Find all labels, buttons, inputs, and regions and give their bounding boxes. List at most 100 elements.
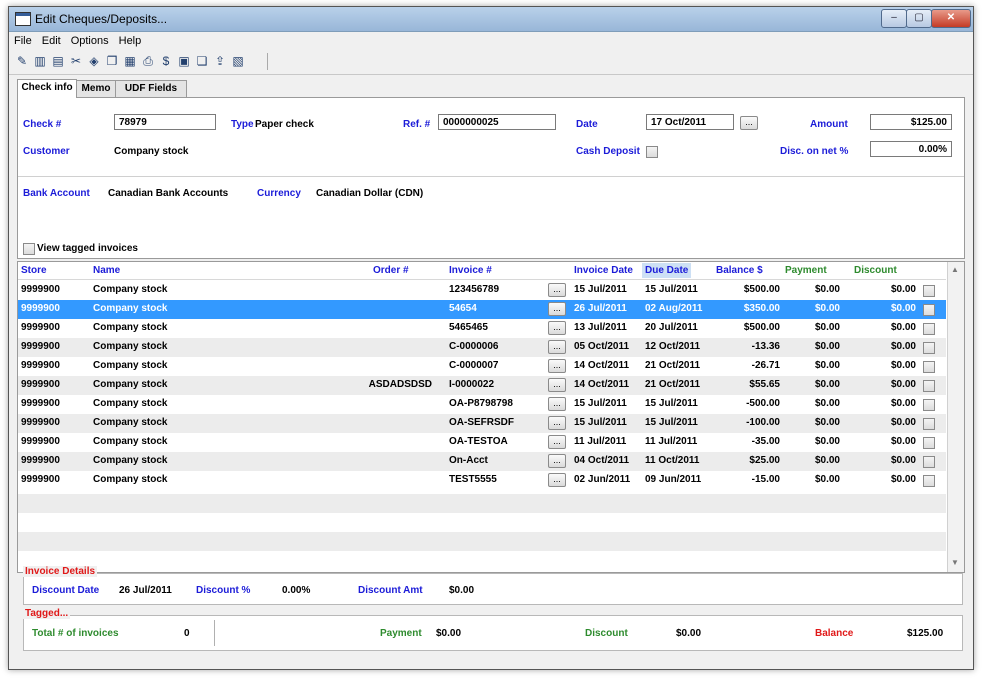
cell-invoice: C-0000006: [449, 341, 499, 352]
grid-icon[interactable]: ▦: [123, 54, 137, 68]
table-row[interactable]: 9999900 Company stock ASDADSDSD I-0000022 14…: [18, 376, 946, 395]
minimize-button[interactable]: –: [881, 9, 907, 28]
header-store[interactable]: Store: [21, 265, 47, 276]
grid-scrollbar[interactable]: ▲ ▼: [947, 262, 964, 572]
invoice-lookup-button[interactable]: ...: [548, 321, 566, 335]
cash-deposit-checkbox[interactable]: [646, 146, 658, 158]
row-tag-checkbox[interactable]: [923, 323, 935, 335]
ref-number-field[interactable]: 0000000025: [438, 114, 556, 130]
invoice-lookup-button[interactable]: ...: [548, 340, 566, 354]
menu-file[interactable]: File: [9, 32, 37, 47]
invoice-lookup-button[interactable]: ...: [548, 454, 566, 468]
header-invoice-date[interactable]: Invoice Date: [574, 265, 633, 276]
money-icon[interactable]: $: [159, 54, 173, 68]
table-row[interactable]: 9999900 Company stock C-0000006 05 Oct/2011…: [18, 338, 946, 357]
invoice-lookup-button[interactable]: ...: [548, 378, 566, 392]
table-row[interactable]: 9999900 Company stock OA-TESTOA 11 Jul/2011…: [18, 433, 946, 452]
table-row[interactable]: 9999900 Company stock On-Acct 04 Oct/2011 11…: [18, 452, 946, 471]
header-order[interactable]: Order #: [373, 265, 409, 276]
copy-icon[interactable]: ❐: [105, 54, 119, 68]
cell-invoice-date: 15 Jul/2011: [574, 417, 627, 428]
discount-pct-value: 0.00%: [282, 585, 311, 596]
row-tag-checkbox[interactable]: [923, 399, 935, 411]
row-tag-checkbox[interactable]: [923, 475, 935, 487]
header-discount[interactable]: Discount: [854, 265, 897, 276]
check-number-field[interactable]: 78979: [114, 114, 216, 130]
table-row[interactable]: 9999900 Company stock TEST5555 02 Jun/2011 0…: [18, 471, 946, 490]
tab-check-info[interactable]: Check info: [17, 79, 77, 98]
invoice-lookup-button[interactable]: ...: [548, 397, 566, 411]
menu-edit[interactable]: Edit: [37, 32, 66, 47]
scroll-up-icon[interactable]: ▲: [951, 265, 959, 274]
print-icon[interactable]: ⎙: [141, 54, 155, 68]
amount-field[interactable]: $125.00: [870, 114, 952, 130]
date-picker-button[interactable]: ...: [740, 116, 758, 130]
invoice-lookup-button[interactable]: ...: [548, 302, 566, 316]
empty-row: [18, 532, 946, 551]
export-icon[interactable]: ⇪: [213, 54, 227, 68]
cell-discount: $0.00: [890, 436, 916, 447]
row-tag-checkbox[interactable]: [923, 380, 935, 392]
menu-help[interactable]: Help: [114, 32, 147, 47]
tab-udf-fields[interactable]: UDF Fields: [115, 80, 187, 97]
close-button[interactable]: ✕: [931, 9, 971, 28]
document-icon[interactable]: ▣: [177, 54, 191, 68]
invoice-lookup-button[interactable]: ...: [548, 473, 566, 487]
bank-account-value: Canadian Bank Accounts: [108, 188, 229, 199]
view-tagged-checkbox[interactable]: [23, 243, 35, 255]
pencil-icon[interactable]: ✎: [15, 54, 29, 68]
disc-on-net-field[interactable]: 0.00%: [870, 141, 952, 157]
row-tag-checkbox[interactable]: [923, 456, 935, 468]
header-balance[interactable]: Balance $: [716, 265, 763, 276]
header-payment[interactable]: Payment: [785, 265, 827, 276]
header-invoice[interactable]: Invoice #: [449, 265, 492, 276]
paste-icon[interactable]: ❏: [195, 54, 209, 68]
cell-due-date: 02 Aug/2011: [645, 303, 703, 314]
cell-payment: $0.00: [814, 436, 840, 447]
cell-name: Company stock: [93, 303, 168, 314]
cell-balance: $500.00: [743, 284, 780, 295]
cell-balance: -500.00: [746, 398, 780, 409]
amount-label: Amount: [810, 119, 848, 130]
row-tag-checkbox[interactable]: [923, 361, 935, 373]
cell-payment: $0.00: [814, 360, 840, 371]
card-icon[interactable]: ▤: [51, 54, 65, 68]
report-icon[interactable]: ▧: [231, 54, 245, 68]
row-tag-checkbox[interactable]: [923, 418, 935, 430]
cell-due-date: 15 Jul/2011: [645, 284, 698, 295]
disc-on-net-label: Disc. on net %: [780, 146, 849, 157]
tab-memo[interactable]: Memo: [75, 80, 117, 97]
invoice-lookup-button[interactable]: ...: [548, 359, 566, 373]
table-row[interactable]: 9999900 Company stock 54654 26 Jul/2011 02 A…: [18, 300, 946, 319]
invoice-lookup-button[interactable]: ...: [548, 435, 566, 449]
menu-options[interactable]: Options: [66, 32, 114, 47]
check-info-panel: Check # 78979 Type Paper check Ref. # 00…: [17, 97, 965, 259]
table-row[interactable]: 9999900 Company stock OA-P8798798 15 Jul/20…: [18, 395, 946, 414]
cell-discount: $0.00: [890, 284, 916, 295]
header-name[interactable]: Name: [93, 265, 120, 276]
cut-icon[interactable]: ✂: [69, 54, 83, 68]
header-due-date[interactable]: Due Date: [642, 263, 692, 278]
table-row[interactable]: 9999900 Company stock 123456789 15 Jul/2011…: [18, 281, 946, 300]
table-row[interactable]: 9999900 Company stock 5465465 13 Jul/2011 20…: [18, 319, 946, 338]
row-tag-checkbox[interactable]: [923, 342, 935, 354]
cell-discount: $0.00: [890, 360, 916, 371]
scroll-down-icon[interactable]: ▼: [951, 558, 959, 567]
row-tag-checkbox[interactable]: [923, 304, 935, 316]
date-field[interactable]: 17 Oct/2011: [646, 114, 734, 130]
invoice-lookup-button[interactable]: ...: [548, 283, 566, 297]
row-tag-checkbox[interactable]: [923, 437, 935, 449]
columns-icon[interactable]: ▥: [33, 54, 47, 68]
stamp-icon[interactable]: ◈: [87, 54, 101, 68]
cell-invoice: OA-P8798798: [449, 398, 513, 409]
table-row[interactable]: 9999900 Company stock C-0000007 14 Oct/2011…: [18, 357, 946, 376]
cell-invoice-date: 13 Jul/2011: [574, 322, 627, 333]
table-row[interactable]: 9999900 Company stock OA-SEFRSDF 15 Jul/201…: [18, 414, 946, 433]
invoice-lookup-button[interactable]: ...: [548, 416, 566, 430]
title-bar[interactable]: Edit Cheques/Deposits... – ▢ ✕: [9, 7, 973, 32]
cell-discount: $0.00: [890, 303, 916, 314]
currency-value: Canadian Dollar (CDN): [316, 188, 424, 199]
maximize-button[interactable]: ▢: [906, 9, 932, 28]
tagged-balance-value: $125.00: [907, 628, 944, 639]
row-tag-checkbox[interactable]: [923, 285, 935, 297]
